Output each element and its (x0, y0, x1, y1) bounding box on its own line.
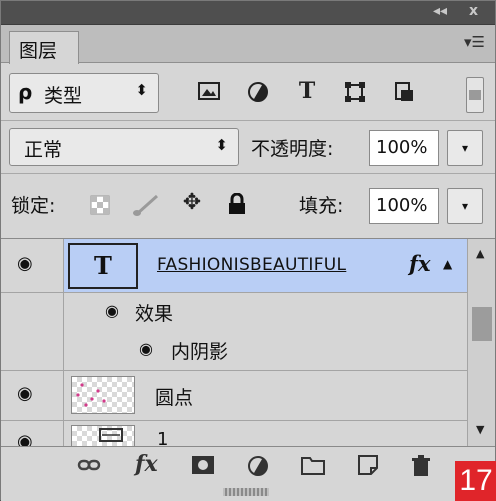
layers-panel: ◂◂ x 图层 ▾☰ ρ 类型 ⬍ T 正常 ⬍ 不透明度: 100% ▾ 锁定… (0, 0, 496, 501)
smartobject-filter-icon[interactable] (390, 81, 418, 108)
panel-resize-grip[interactable] (223, 488, 269, 496)
divider (1, 120, 495, 121)
layer-name[interactable]: 1 (157, 429, 168, 446)
layer-row-text[interactable]: ◉ T FASHIONISBEAUTIFUL fx ▲ (1, 239, 467, 293)
type-filter-icon[interactable]: T (293, 79, 321, 103)
image-filter-icon[interactable] (195, 81, 223, 106)
lock-transparent-icon[interactable] (87, 195, 113, 220)
type-layer-icon: T (94, 251, 112, 280)
adjustment-filter-icon[interactable] (244, 81, 272, 108)
collapse-effects-icon[interactable]: ▲ (443, 257, 452, 271)
layer-name[interactable]: FASHIONISBEAUTIFUL (157, 255, 346, 275)
eye-visibility-icon[interactable]: ◉ (17, 383, 33, 404)
layer-list-scrollbar[interactable]: ▲ ▼ (467, 239, 495, 446)
layer-thumbnail (71, 425, 135, 446)
opacity-label: 不透明度: (251, 138, 334, 160)
link-icon[interactable] (77, 455, 101, 480)
updown-arrows-icon: ⬍ (135, 81, 148, 99)
trash-icon[interactable] (411, 455, 431, 482)
panel-tab-row: 图层 ▾☰ (1, 25, 495, 64)
layer-effects-row[interactable]: ◉ 效果 (1, 293, 467, 333)
divider (1, 173, 495, 174)
layer-filter-kind-select[interactable]: ρ 类型 ⬍ (9, 73, 159, 113)
scroll-up-arrow-icon[interactable]: ▲ (476, 247, 484, 260)
page-number-badge: 17 (455, 461, 496, 501)
search-icon: ρ (18, 80, 33, 104)
dots-layer-thumbnail (71, 376, 135, 414)
layers-bottom-toolbar: fx (1, 446, 495, 501)
mask-icon[interactable] (191, 455, 215, 480)
shape-filter-icon[interactable] (341, 81, 369, 108)
inner-shadow-label: 内阴影 (171, 341, 229, 363)
filter-toggle-switch[interactable] (466, 77, 484, 113)
tab-layers[interactable]: 图层 (9, 31, 79, 64)
effects-visibility-eye-icon[interactable]: ◉ (105, 301, 119, 320)
inner-shadow-visibility-eye-icon[interactable]: ◉ (139, 339, 153, 358)
fx-icon[interactable]: fx (135, 451, 158, 477)
effects-label: 效果 (135, 303, 174, 325)
scroll-down-arrow-icon[interactable]: ▼ (476, 423, 484, 436)
fx-icon[interactable]: fx (409, 251, 431, 276)
panel-titlebar: ◂◂ x (1, 1, 495, 25)
close-panel-button[interactable]: x (469, 3, 478, 19)
opacity-slider-button[interactable]: ▾ (447, 130, 483, 166)
eye-visibility-icon[interactable]: ◉ (17, 431, 33, 446)
collapse-panel-icon[interactable]: ◂◂ (433, 3, 447, 19)
layer-row-partial[interactable]: ◉ 1 (1, 421, 467, 446)
layer-name[interactable]: 圆点 (155, 383, 193, 410)
blend-mode-select[interactable]: 正常 ⬍ (9, 128, 239, 166)
blend-mode-value: 正常 (24, 139, 63, 161)
lock-position-move-icon[interactable]: ✥ (177, 191, 207, 215)
fill-label: 填充: (299, 195, 344, 217)
opacity-input[interactable]: 100% (369, 130, 439, 166)
lock-image-brush-icon[interactable] (131, 193, 161, 222)
type-layer-thumbnail: T (68, 243, 138, 289)
lock-label: 锁定: (11, 195, 56, 217)
updown-arrows-icon: ⬍ (215, 136, 228, 154)
adjustment-icon[interactable] (247, 455, 271, 482)
fill-input[interactable]: 100% (369, 188, 439, 224)
layer-effect-inner-shadow-row[interactable]: ◉ 内阴影 (1, 333, 467, 371)
scrollbar-thumb[interactable] (472, 307, 492, 341)
lock-all-icon[interactable] (223, 192, 251, 220)
eye-visibility-icon[interactable]: ◉ (17, 253, 33, 274)
filter-kind-value: 类型 (44, 85, 83, 107)
new-layer-icon[interactable] (357, 455, 379, 480)
folder-icon[interactable] (301, 455, 325, 480)
fill-slider-button[interactable]: ▾ (447, 188, 483, 224)
layer-list: ◉ T FASHIONISBEAUTIFUL fx ▲ ◉ 效果 ◉ 内阴影 ◉ (1, 238, 495, 446)
layer-row-dots[interactable]: ◉ 圆点 (1, 371, 467, 421)
panel-menu-icon[interactable]: ▾☰ (464, 33, 485, 51)
